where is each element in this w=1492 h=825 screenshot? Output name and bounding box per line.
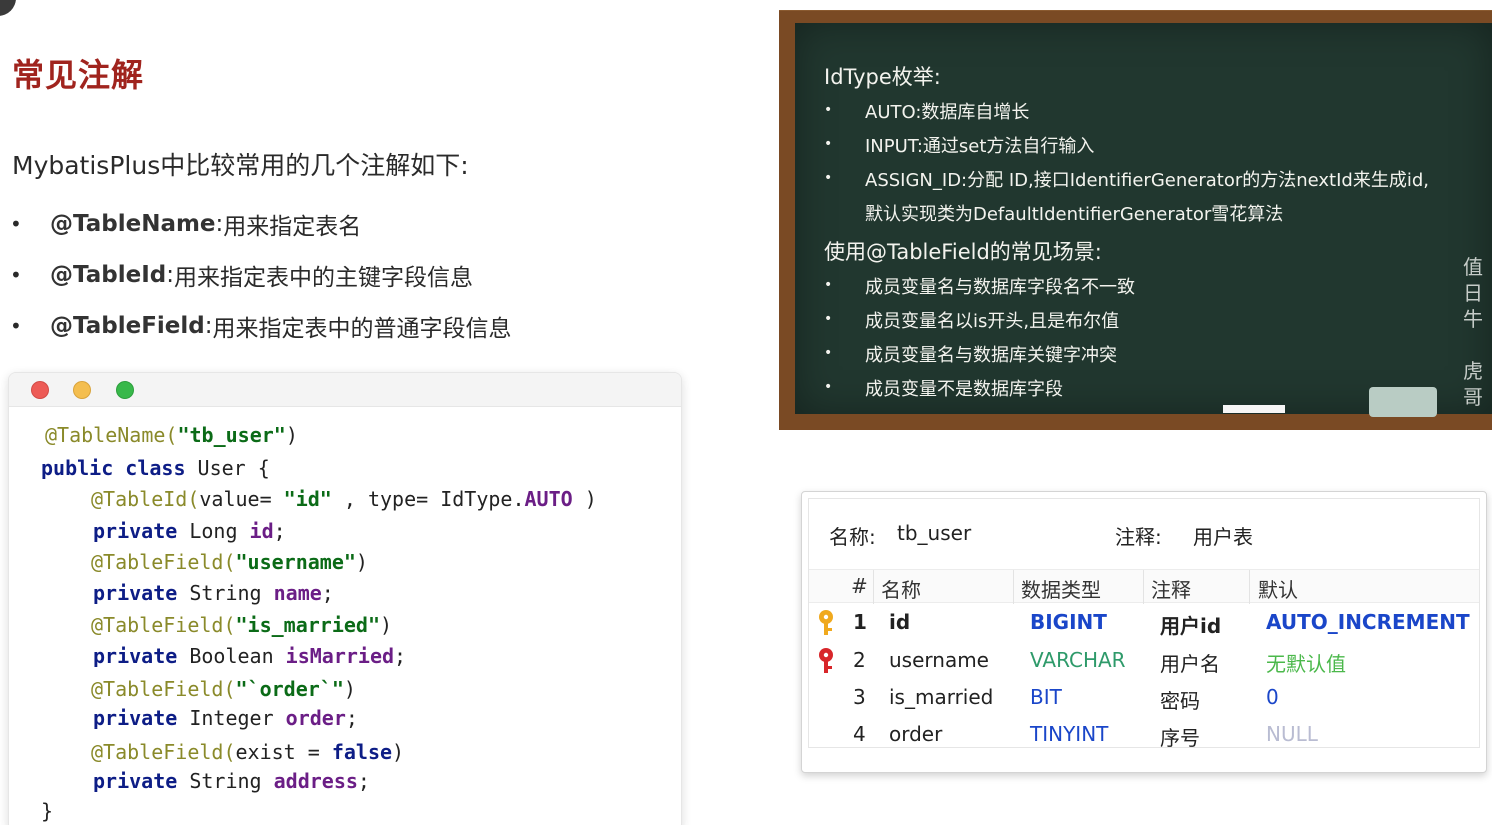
- column-header: 默认: [1258, 578, 1298, 602]
- table-name-label: 名称:: [829, 525, 876, 549]
- column-type: VARCHAR: [1030, 648, 1126, 672]
- code-window: @TableName("tb_user") public class User …: [8, 372, 682, 825]
- annotation-name: @TableField: [50, 312, 205, 339]
- primary-key-icon: [819, 610, 833, 635]
- chalkboard: IdType枚举: • AUTO:数据库自增长 • INPUT:通过set方法自…: [779, 10, 1492, 430]
- table-header: # 名称 数据类型 注释 默认: [809, 569, 1479, 604]
- board-bullet: •: [824, 311, 833, 327]
- code-window-titlebar: [9, 373, 681, 407]
- table-row[interactable]: 3 is_married BIT 密码 0: [809, 680, 1479, 717]
- board-item: 成员变量名与数据库字段名不一致: [865, 277, 1135, 298]
- row-number: 2: [853, 648, 866, 672]
- maximize-button[interactable]: [116, 381, 134, 399]
- board-bullet: •: [824, 170, 833, 186]
- board-item: 成员变量名与数据库关键字冲突: [865, 345, 1117, 366]
- column-default: 0: [1266, 685, 1279, 709]
- close-button[interactable]: [31, 381, 49, 399]
- column-header: 数据类型: [1021, 578, 1101, 602]
- column-header: #: [851, 574, 868, 598]
- column-comment: 密码: [1160, 689, 1200, 713]
- code-line: @TableField("`order`"): [91, 677, 356, 701]
- code-line: private Boolean isMarried;: [93, 644, 407, 668]
- list-item: • @TableId : 用来指定表中的主键字段信息: [10, 249, 511, 300]
- row-number: 3: [853, 685, 866, 709]
- board-item: ASSIGN_ID:分配 ID,接口IdentifierGenerator的方法…: [865, 170, 1429, 191]
- annotation-desc: 用来指定表名: [223, 213, 362, 240]
- table-row[interactable]: 1 id BIGINT 用户id AUTO_INCREMENT: [809, 605, 1479, 642]
- code-line: private String address;: [93, 769, 370, 793]
- table-row[interactable]: 2 username VARCHAR 用户名 无默认值: [809, 643, 1479, 680]
- annotation-desc: 用来指定表中的普通字段信息: [212, 315, 512, 342]
- slide-title: 常见注解: [12, 56, 145, 94]
- row-number: 1: [853, 610, 867, 634]
- row-number: 4: [853, 722, 866, 746]
- column-name: is_married: [889, 685, 994, 709]
- annotation-separator: :: [204, 312, 213, 339]
- code-line: @TableId(value= "id" , type= IdType.AUTO…: [91, 487, 597, 511]
- column-comment: 用户名: [1160, 652, 1220, 676]
- annotation-desc: 用来指定表中的主键字段信息: [173, 264, 473, 291]
- column-default: NULL: [1266, 722, 1318, 746]
- bullet-dot: •: [10, 211, 22, 236]
- intro-text: MybatisPlus中比较常用的几个注解如下:: [12, 151, 469, 180]
- annotation-separator: :: [215, 210, 224, 237]
- chalkboard-surface: IdType枚举: • AUTO:数据库自增长 • INPUT:通过set方法自…: [795, 23, 1492, 414]
- bullet-dot: •: [10, 262, 22, 287]
- code-line: private Long id;: [93, 519, 286, 543]
- code-line: public class User {: [41, 456, 270, 480]
- minimize-button[interactable]: [73, 381, 91, 399]
- chalk-stick: [1223, 405, 1285, 413]
- board-item: AUTO:数据库自增长: [865, 102, 1030, 123]
- table-row[interactable]: 4 order TINYINT 序号 NULL: [809, 717, 1479, 754]
- board-bullet: •: [824, 345, 833, 361]
- board-item: 成员变量名以is开头,且是布尔值: [865, 311, 1120, 332]
- board-bullet: •: [824, 136, 833, 152]
- corner-tab: [0, 0, 16, 16]
- column-header: 名称: [881, 578, 921, 602]
- board-bullet: •: [824, 277, 833, 293]
- table-name-value: tb_user: [897, 521, 972, 545]
- unique-key-icon: [819, 648, 833, 673]
- list-item: • @TableField : 用来指定表中的普通字段信息: [10, 300, 511, 351]
- board-item: 成员变量不是数据库字段: [865, 379, 1063, 400]
- board-eraser: [1369, 387, 1437, 417]
- list-item: • @TableName : 用来指定表名: [10, 198, 511, 249]
- annotation-name: @TableId: [50, 261, 167, 288]
- table-comment-value: 用户表: [1193, 525, 1253, 549]
- column-comment: 用户id: [1160, 614, 1222, 638]
- board-item: 默认实现类为DefaultIdentifierGenerator雪花算法: [865, 204, 1284, 225]
- annotation-list: • @TableName : 用来指定表名 • @TableId : 用来指定表…: [10, 198, 511, 351]
- code-line: @TableName("tb_user"): [45, 423, 298, 447]
- column-default: 无默认值: [1266, 652, 1346, 676]
- annotation-name: @TableName: [50, 210, 216, 237]
- annotation-separator: :: [166, 261, 174, 288]
- code-line: private String name;: [93, 581, 334, 605]
- db-table-panel: 名称: tb_user 注释: 用户表 # 名称 数据类型 注释 默认 1 id…: [801, 491, 1487, 773]
- watermark-text: 值 日 牛 虎 哥: [1463, 255, 1483, 409]
- column-default: AUTO_INCREMENT: [1266, 610, 1470, 634]
- code-line: @TableField(exist = false): [91, 740, 405, 764]
- column-type: BIGINT: [1030, 610, 1107, 634]
- column-type: TINYINT: [1030, 722, 1109, 746]
- board-heading-tablefield: 使用@TableField的常见场景:: [824, 240, 1102, 264]
- code-line: }: [41, 799, 54, 823]
- column-comment: 序号: [1160, 726, 1200, 750]
- column-header: 注释: [1151, 578, 1191, 602]
- code-line: @TableField("is_married"): [91, 613, 393, 637]
- bullet-dot: •: [10, 313, 22, 338]
- code-line: private Integer order;: [93, 706, 358, 730]
- table-comment-label: 注释:: [1115, 525, 1162, 549]
- board-item: INPUT:通过set方法自行输入: [865, 136, 1095, 157]
- column-name: username: [889, 648, 989, 672]
- column-type: BIT: [1030, 685, 1062, 709]
- column-name: order: [889, 722, 943, 746]
- board-heading-idtype: IdType枚举:: [824, 65, 941, 89]
- column-name: id: [889, 610, 911, 634]
- code-line: @TableField("username"): [91, 550, 368, 574]
- board-bullet: •: [824, 379, 833, 395]
- db-table: 名称: tb_user 注释: 用户表 # 名称 数据类型 注释 默认 1 id…: [808, 498, 1480, 750]
- board-bullet: •: [824, 102, 833, 118]
